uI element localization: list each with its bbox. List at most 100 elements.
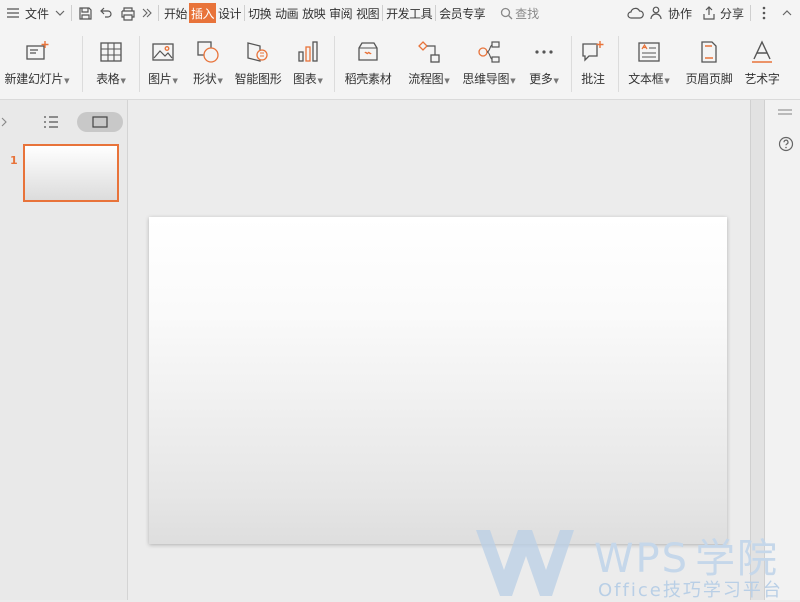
- tab-transition[interactable]: 切换: [246, 3, 273, 23]
- caret-icon: ▼: [120, 77, 126, 85]
- chart-icon: [298, 41, 318, 62]
- wordart-label: 艺术字: [744, 72, 780, 86]
- expand-pane-icon[interactable]: [1, 117, 9, 127]
- more-insert-button[interactable]: 更多▼: [521, 26, 567, 100]
- search-icon: [501, 7, 513, 19]
- share-button[interactable]: 分享: [699, 2, 747, 24]
- picture-label: 图片: [148, 72, 172, 86]
- flowchart-icon: [418, 41, 440, 63]
- header-footer-icon: [701, 41, 717, 63]
- divider: [382, 5, 384, 21]
- slide-editing-area: [129, 100, 750, 600]
- mindmap-button[interactable]: 思维导图▼: [457, 26, 521, 100]
- new-slide-button[interactable]: 新建幻灯片▼: [0, 26, 74, 100]
- tab-slideshow[interactable]: 放映: [300, 3, 327, 23]
- caret-icon: ▼: [444, 77, 450, 85]
- caret-icon: ▼: [553, 77, 559, 85]
- tab-design[interactable]: 设计: [216, 3, 243, 23]
- vertical-scrollbar[interactable]: [750, 100, 764, 600]
- comment-button[interactable]: 批注: [572, 26, 614, 100]
- collab-button[interactable]: 协作: [647, 2, 695, 24]
- insert-ribbon: 新建幻灯片▼ 表格▼ 图片▼ 形状▼ 智能图形 图表▼ 稻壳素材 流程图▼ 思维…: [0, 26, 800, 100]
- tab-view[interactable]: 视图: [354, 3, 381, 23]
- cloud-sync-button[interactable]: [624, 2, 647, 24]
- thumbnail-pane-toolbar: [0, 100, 127, 144]
- divider: [750, 5, 751, 21]
- help-icon[interactable]: [778, 136, 794, 152]
- caret-icon: ▼: [217, 77, 223, 85]
- tab-member[interactable]: 会员专享: [437, 3, 487, 23]
- shape-icon: [197, 41, 219, 63]
- caret-icon: ▼: [64, 77, 70, 85]
- thumbnail-view-toggle[interactable]: [77, 112, 123, 132]
- file-menu-label: 文件: [25, 6, 50, 21]
- table-button[interactable]: 表格▼: [83, 26, 139, 100]
- material-label: 稻壳素材: [344, 72, 392, 86]
- print-button[interactable]: [117, 2, 139, 24]
- search-button[interactable]: 查找: [497, 2, 542, 24]
- more-dots-icon: [535, 50, 553, 54]
- collapse-ribbon-button[interactable]: [774, 2, 800, 24]
- mindmap-icon: [478, 41, 500, 63]
- save-icon: [79, 6, 92, 20]
- new-slide-label: 新建幻灯片: [4, 72, 64, 86]
- divider: [158, 5, 160, 21]
- tab-animation[interactable]: 动画: [273, 3, 300, 23]
- textbox-button[interactable]: 文本框▼: [619, 26, 679, 100]
- slide-view-icon: [92, 116, 108, 128]
- tab-start[interactable]: 开始: [162, 3, 189, 23]
- shape-button[interactable]: 形状▼: [186, 26, 230, 100]
- ribbon-tabs: 开始 插入 设计 切换 动画 放映 审阅 视图 开发工具 会员专享: [162, 3, 487, 23]
- chevron-up-icon: [782, 10, 792, 16]
- caret-icon: ▼: [172, 77, 178, 85]
- smartart-button[interactable]: 智能图形: [230, 26, 286, 100]
- picture-button[interactable]: 图片▼: [140, 26, 186, 100]
- textbox-icon: [638, 42, 660, 62]
- more-label: 更多: [529, 72, 553, 86]
- share-label: 分享: [719, 6, 744, 21]
- wps-academy-watermark: WPS 学院 Office技巧学习平台: [470, 526, 800, 601]
- share-icon: [703, 6, 715, 20]
- collab-label: 协作: [667, 6, 692, 21]
- material-button[interactable]: 稻壳素材: [335, 26, 401, 100]
- tab-insert[interactable]: 插入: [189, 3, 217, 23]
- search-label: 查找: [515, 6, 540, 21]
- table-icon: [100, 42, 122, 62]
- caret-icon: ▼: [317, 77, 323, 85]
- hamburger-icon: [7, 8, 19, 18]
- undo-button[interactable]: [96, 2, 117, 24]
- menu-bar: 文件 开始 插入 设计 切换 动画 放映 审阅 视图 开发工具 会员专享 查找: [0, 0, 800, 26]
- tab-review[interactable]: 审阅: [327, 3, 354, 23]
- more-quick-access-button[interactable]: [139, 2, 155, 24]
- smartart-label: 智能图形: [234, 72, 282, 86]
- current-slide[interactable]: [149, 217, 727, 544]
- table-label: 表格: [96, 72, 120, 86]
- slide-thumbnail-pane: 1: [0, 100, 128, 600]
- divider: [71, 5, 73, 21]
- outline-view-icon[interactable]: [43, 115, 59, 129]
- undo-icon: [100, 7, 112, 18]
- flowchart-button[interactable]: 流程图▼: [401, 26, 457, 100]
- chart-label: 图表: [293, 72, 317, 86]
- mindmap-label: 思维导图: [462, 72, 510, 86]
- pane-menu-icon[interactable]: [777, 108, 793, 116]
- cloud-icon: [627, 7, 644, 19]
- wordart-icon: [752, 40, 772, 63]
- chevron-down-icon: [55, 10, 65, 16]
- tab-developer[interactable]: 开发工具: [384, 3, 434, 23]
- print-icon: [121, 6, 135, 21]
- wordart-button[interactable]: 艺术字: [739, 26, 785, 100]
- divider: [435, 5, 437, 21]
- save-button[interactable]: [75, 2, 96, 24]
- picture-icon: [152, 43, 174, 61]
- slide-thumbnail[interactable]: [23, 144, 119, 202]
- new-slide-icon: [26, 41, 49, 60]
- shape-label: 形状: [193, 72, 217, 86]
- chart-button[interactable]: 图表▼: [286, 26, 330, 100]
- right-task-pane: [764, 100, 800, 600]
- header-footer-button[interactable]: 页眉页脚: [679, 26, 739, 100]
- file-menu-button[interactable]: 文件: [0, 2, 68, 24]
- more-options-button[interactable]: [754, 2, 774, 24]
- caret-icon: ▼: [510, 77, 516, 85]
- person-icon: [650, 6, 662, 20]
